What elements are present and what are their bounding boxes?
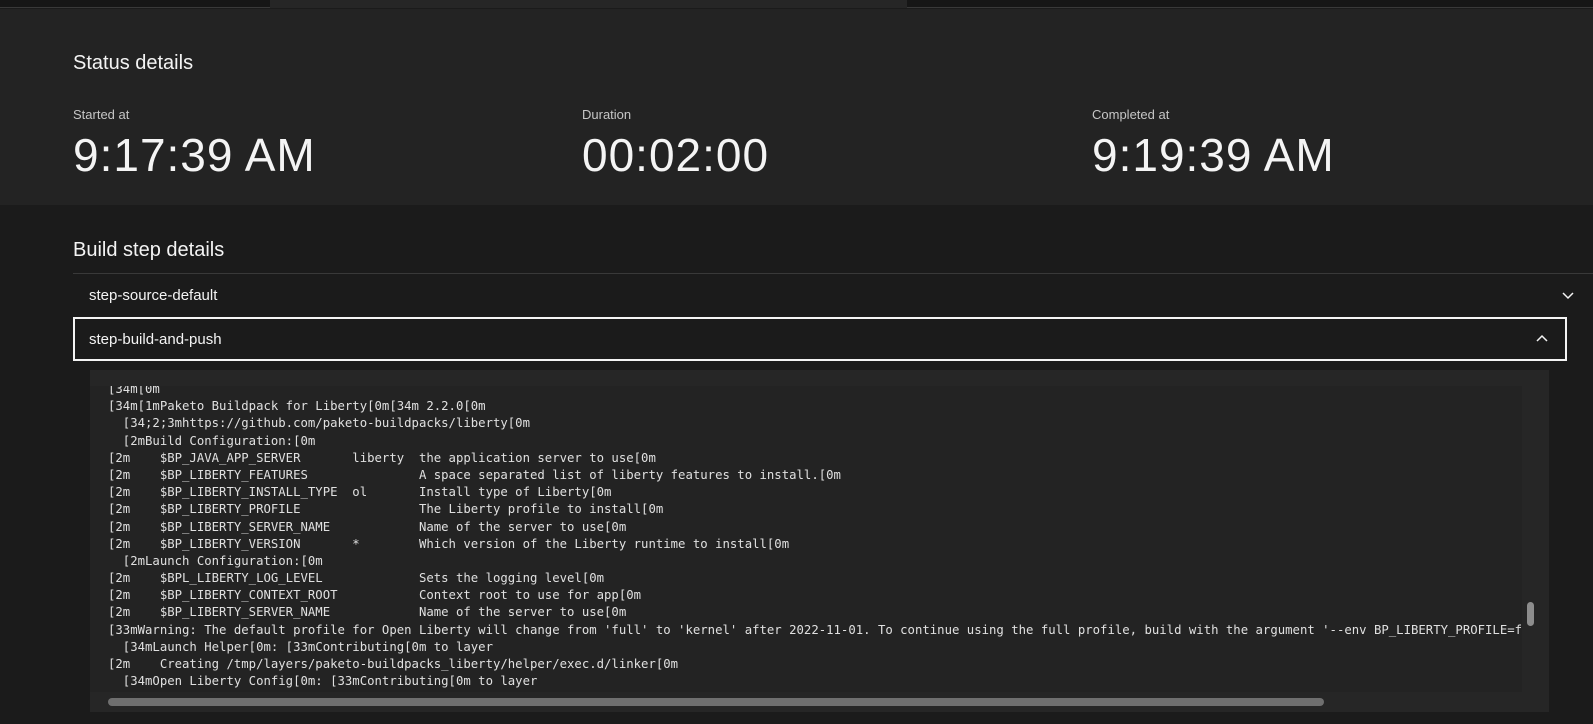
step-label: step-build-and-push bbox=[89, 330, 222, 348]
completed-at: Completed at 9:19:39 AM bbox=[1092, 107, 1335, 182]
chevron-up-icon bbox=[1536, 334, 1548, 342]
log-line: [33mWarning: The default profile for Ope… bbox=[108, 622, 1522, 637]
log-line: [2m $BP_LIBERTY_VERSION * Which version … bbox=[108, 536, 790, 551]
started-at-value: 9:17:39 AM bbox=[73, 129, 316, 181]
log-line: [34mLaunch Helper[0m: [33mContributing[0… bbox=[108, 639, 493, 654]
log-line: [2m $BP_JAVA_APP_SERVER liberty the appl… bbox=[108, 450, 656, 465]
duration-value: 00:02:00 bbox=[582, 129, 770, 181]
status-details-title: Status details bbox=[73, 52, 194, 74]
chevron-down-icon bbox=[1562, 292, 1574, 300]
active-tab[interactable] bbox=[270, 0, 907, 8]
log-line: [34;2;3mhttps://github.com/paketo-buildp… bbox=[108, 416, 530, 431]
log-line: [2m $BP_LIBERTY_SERVER_NAME Name of the … bbox=[108, 605, 627, 620]
log-line: [34m[1mPaketo Buildpack for Liberty[0m[3… bbox=[108, 399, 486, 414]
completed-at-value: 9:19:39 AM bbox=[1092, 129, 1335, 181]
step-label: step-source-default bbox=[89, 287, 218, 304]
vertical-scrollbar[interactable] bbox=[1523, 386, 1539, 692]
log-content[interactable]: [34m[0m [34m[1mPaketo Buildpack for Liber… bbox=[90, 386, 1522, 692]
horizontal-scrollbar[interactable] bbox=[90, 694, 1522, 708]
accordion-step-build-and-push[interactable]: step-build-and-push bbox=[73, 317, 1567, 361]
status-details-section: Status details Started at 9:17:39 AM Dur… bbox=[0, 9, 1593, 205]
log-line: [2m $BP_LIBERTY_CONTEXT_ROOT Context roo… bbox=[108, 588, 642, 603]
log-line: [2mLaunch Configuration:[0m bbox=[108, 553, 323, 568]
log-line: [2m Creating /tmp/layers/paketo-buildpac… bbox=[108, 657, 679, 671]
step-log-viewer: [34m[0m [34m[1mPaketo Buildpack for Liber… bbox=[90, 370, 1549, 712]
log-line: [2m $BP_LIBERTY_FEATURES A space separat… bbox=[108, 467, 841, 482]
started-at-label: Started at bbox=[73, 107, 130, 122]
build-step-details-title: Build step details bbox=[73, 239, 225, 261]
accordion-step-source-default[interactable]: step-source-default bbox=[73, 273, 1593, 317]
log-line: [34m[0m bbox=[108, 386, 160, 396]
duration: Duration 00:02:00 bbox=[582, 107, 769, 182]
log-line: [2m $BP_LIBERTY_INSTALL_TYPE ol Install … bbox=[108, 485, 612, 500]
started-at: Started at 9:17:39 AM bbox=[73, 107, 316, 182]
log-line: [2m $BP_LIBERTY_SERVER_NAME Name of the … bbox=[108, 519, 627, 534]
log-line: [2mBuild Configuration:[0m bbox=[108, 433, 316, 448]
horizontal-scroll-thumb[interactable] bbox=[108, 698, 1324, 706]
log-line: [2m $BPL_LIBERTY_LOG_LEVEL Sets the logg… bbox=[108, 571, 605, 586]
duration-label: Duration bbox=[582, 107, 632, 122]
log-line: [34mOpen Liberty Config[0m: [33mContribu… bbox=[108, 674, 538, 689]
vertical-scroll-thumb[interactable] bbox=[1527, 602, 1534, 626]
log-line: [2m $BP_LIBERTY_PROFILE The Liberty prof… bbox=[108, 502, 664, 517]
top-tab-strip bbox=[0, 0, 1593, 8]
completed-at-label: Completed at bbox=[1092, 107, 1170, 122]
